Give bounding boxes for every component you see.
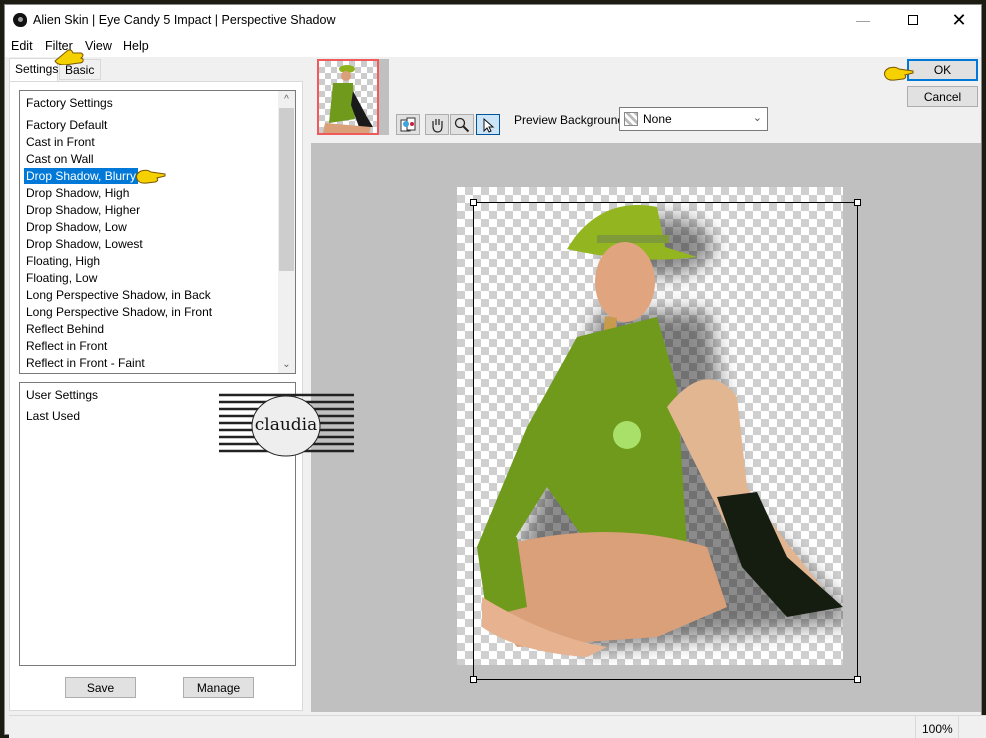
- watermark-text: claudia: [255, 415, 318, 435]
- menu-view[interactable]: View: [85, 39, 112, 53]
- list-item[interactable]: Long Perspective Shadow, in Back: [24, 287, 213, 303]
- preview-background-label: Preview Background:: [514, 113, 628, 127]
- preview-compare-tool[interactable]: [396, 114, 420, 135]
- list-item[interactable]: Floating, Low: [24, 270, 99, 286]
- list-item[interactable]: Long Perspective Shadow, in Front: [24, 304, 214, 320]
- zoom-level: 100%: [915, 716, 959, 738]
- status-bar: 100%: [9, 715, 986, 738]
- pointing-hand-icon: [884, 66, 914, 81]
- resize-handle-tr[interactable]: [854, 199, 861, 206]
- close-button[interactable]: ✕: [937, 7, 981, 33]
- resize-handle-bl[interactable]: [470, 676, 477, 683]
- preview-area: Preview Background: None ⌄ OK Cancel: [309, 57, 981, 712]
- compare-icon: [400, 117, 416, 131]
- selection-tool[interactable]: [476, 114, 500, 135]
- maximize-icon: [908, 15, 918, 25]
- list-item[interactable]: Cast in Front: [24, 134, 97, 150]
- list-item[interactable]: Drop Shadow, Higher: [24, 202, 142, 218]
- scroll-up-icon[interactable]: ^: [278, 91, 295, 108]
- maximize-button[interactable]: [891, 7, 935, 33]
- alien-skin-logo-icon: [13, 13, 27, 27]
- menu-bar: Edit Filter View Help: [5, 35, 981, 57]
- preview-background-select[interactable]: None ⌄: [619, 107, 768, 131]
- pointing-hand-icon: [54, 49, 84, 65]
- list-item[interactable]: Drop Shadow, Low: [24, 219, 129, 235]
- zoom-tool[interactable]: [450, 114, 474, 135]
- resize-handle-tl[interactable]: [470, 199, 477, 206]
- minimize-button[interactable]: —: [841, 7, 885, 33]
- plugin-window: Alien Skin | Eye Candy 5 Impact | Perspe…: [4, 4, 986, 738]
- menu-edit[interactable]: Edit: [11, 39, 33, 53]
- pointing-hand-icon: [136, 169, 166, 184]
- list-item[interactable]: Drop Shadow, Lowest: [24, 236, 145, 252]
- manage-button[interactable]: Manage: [183, 677, 254, 698]
- tab-settings[interactable]: Settings: [9, 58, 58, 81]
- user-settings-header: User Settings: [26, 388, 99, 402]
- list-item[interactable]: Reflect in Front - Faint: [24, 355, 147, 371]
- window-title: Alien Skin | Eye Candy 5 Impact | Perspe…: [33, 13, 336, 27]
- preview-canvas[interactable]: [311, 143, 981, 712]
- list-item[interactable]: Cast on Wall: [24, 151, 96, 167]
- ok-button[interactable]: OK: [907, 59, 978, 81]
- list-item[interactable]: Reflect Behind: [24, 321, 106, 337]
- factory-scrollbar[interactable]: ^ ⌄: [278, 91, 295, 373]
- magnifier-icon: [454, 117, 470, 132]
- list-item[interactable]: Factory Default: [24, 117, 109, 133]
- arrow-pointer-icon: [483, 117, 495, 133]
- list-item-last-used[interactable]: Last Used: [24, 408, 82, 424]
- list-item[interactable]: Drop Shadow, High: [24, 185, 131, 201]
- factory-settings-list[interactable]: Factory Settings Factory Default Cast in …: [19, 90, 296, 374]
- selection-rectangle[interactable]: [470, 199, 861, 683]
- resize-handle-br[interactable]: [854, 676, 861, 683]
- hand-tool[interactable]: [425, 114, 449, 135]
- list-item[interactable]: Drop Shadow, Blurry: [24, 168, 139, 184]
- cancel-button[interactable]: Cancel: [907, 86, 978, 107]
- list-item[interactable]: Reflect in Front: [24, 338, 109, 354]
- factory-settings-header: Factory Settings: [26, 96, 113, 110]
- title-bar: Alien Skin | Eye Candy 5 Impact | Perspe…: [5, 5, 981, 35]
- chevron-down-icon: ⌄: [752, 112, 762, 124]
- thumbnail-frame: [379, 59, 389, 135]
- scroll-thumb[interactable]: [279, 108, 294, 271]
- claudia-watermark: claudia: [219, 393, 354, 457]
- checker-swatch-icon: [624, 112, 638, 126]
- save-button[interactable]: Save: [65, 677, 136, 698]
- list-item[interactable]: Floating, High: [24, 253, 102, 269]
- hand-icon: [432, 118, 443, 133]
- thumbnail-figure: [323, 65, 373, 133]
- preview-background-value: None: [643, 112, 672, 126]
- scroll-down-icon[interactable]: ⌄: [278, 356, 295, 373]
- menu-help[interactable]: Help: [123, 39, 149, 53]
- navigator-thumbnail[interactable]: [317, 59, 379, 135]
